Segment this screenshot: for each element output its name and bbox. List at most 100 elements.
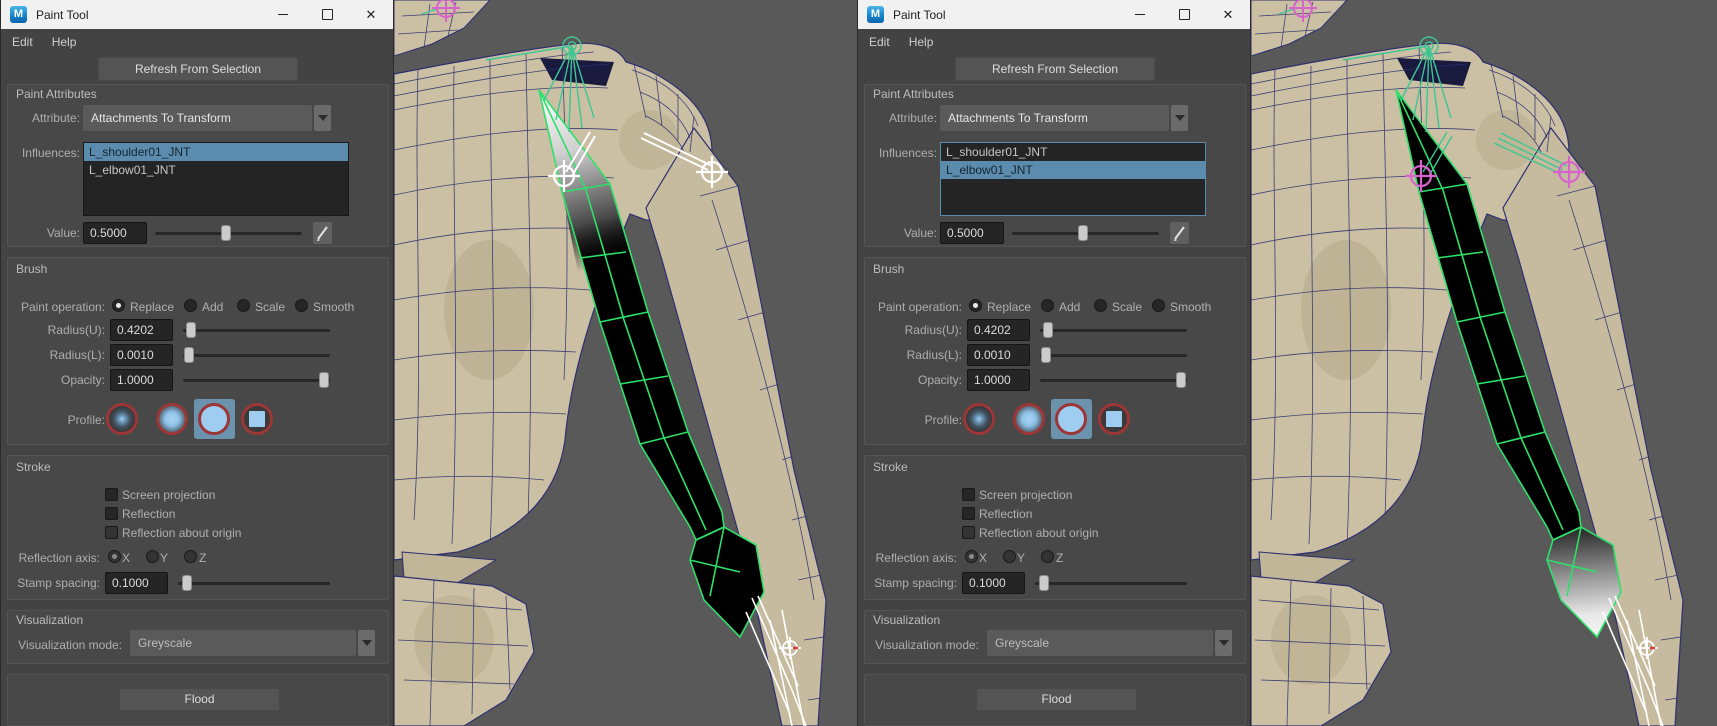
flood-button[interactable]: Flood — [976, 688, 1137, 711]
value-input[interactable] — [83, 222, 147, 244]
slider-track[interactable] — [1040, 329, 1187, 332]
visualization-mode-dropdown-button[interactable] — [358, 630, 375, 656]
attribute-label: Attribute: — [888, 111, 937, 125]
close-button[interactable]: ✕ — [349, 0, 393, 29]
slider-track[interactable] — [1040, 379, 1187, 382]
section-title: Paint Attributes — [16, 87, 97, 101]
value-pencil-button[interactable] — [1170, 222, 1189, 244]
radius-l-slider[interactable] — [1040, 347, 1187, 363]
value-slider[interactable] — [1012, 225, 1159, 241]
opacity-input[interactable] — [967, 369, 1030, 391]
screen-projection-checkbox[interactable] — [962, 488, 975, 501]
slider-handle[interactable] — [1039, 575, 1049, 591]
visualization-mode-dropdown[interactable]: Greyscale — [987, 630, 1213, 656]
slider-handle[interactable] — [186, 322, 196, 338]
slider-handle[interactable] — [1043, 322, 1053, 338]
visualization-mode-dropdown[interactable]: Greyscale — [130, 630, 356, 656]
minimize-button[interactable] — [1118, 0, 1162, 29]
slider-track[interactable] — [178, 582, 330, 585]
titlebar[interactable]: M Paint Tool ✕ — [858, 0, 1250, 29]
menu-help[interactable]: Help — [909, 35, 934, 49]
profile-solid-circle-icon[interactable] — [1055, 403, 1087, 435]
radio-smooth[interactable] — [295, 299, 308, 312]
profile-square-icon[interactable] — [241, 403, 273, 435]
radio-add[interactable] — [184, 299, 197, 312]
reflection-checkbox[interactable] — [962, 507, 975, 520]
attribute-dropdown-button[interactable] — [314, 105, 331, 131]
influence-item[interactable]: L_elbow01_JNT — [941, 161, 1205, 179]
profile-solid-circle-icon[interactable] — [198, 403, 230, 435]
influence-item[interactable]: L_shoulder01_JNT — [84, 143, 348, 161]
slider-handle[interactable] — [1041, 347, 1051, 363]
radius-u-slider[interactable] — [1040, 322, 1187, 338]
stamp-spacing-input[interactable] — [962, 572, 1025, 594]
opacity-slider[interactable] — [183, 372, 330, 388]
influence-item[interactable]: L_elbow01_JNT — [84, 161, 348, 179]
profile-soft-icon[interactable] — [156, 403, 188, 435]
value-slider[interactable] — [155, 225, 302, 241]
radio-replace[interactable] — [112, 299, 125, 312]
attribute-dropdown[interactable]: Attachments To Transform — [83, 105, 312, 131]
profile-gaussian-icon[interactable] — [106, 403, 138, 435]
radius-l-input[interactable] — [110, 344, 173, 366]
opacity-input[interactable] — [110, 369, 173, 391]
refresh-from-selection-button[interactable]: Refresh From Selection — [98, 57, 298, 81]
stamp-spacing-label: Stamp spacing: — [874, 576, 957, 590]
slider-track[interactable] — [183, 329, 330, 332]
influence-item[interactable]: L_shoulder01_JNT — [941, 143, 1205, 161]
attribute-dropdown[interactable]: Attachments To Transform — [940, 105, 1169, 131]
value-input[interactable] — [940, 222, 1004, 244]
radius-u-slider[interactable] — [183, 322, 330, 338]
profile-square-icon[interactable] — [1098, 403, 1130, 435]
profile-soft-icon[interactable] — [1013, 403, 1045, 435]
stamp-spacing-slider[interactable] — [178, 575, 330, 591]
slider-track[interactable] — [183, 354, 330, 357]
viewport-3d-right[interactable] — [1251, 0, 1717, 726]
slider-handle[interactable] — [182, 575, 192, 591]
radius-u-input[interactable] — [110, 319, 173, 341]
maximize-button[interactable] — [305, 0, 349, 29]
slider-handle[interactable] — [184, 347, 194, 363]
flood-button[interactable]: Flood — [119, 688, 280, 711]
minimize-button[interactable] — [261, 0, 305, 29]
profile-gaussian-icon[interactable] — [963, 403, 995, 435]
slider-track[interactable] — [1040, 354, 1187, 357]
menu-edit[interactable]: Edit — [12, 35, 33, 49]
radius-l-slider[interactable] — [183, 347, 330, 363]
close-button[interactable]: ✕ — [1206, 0, 1250, 29]
viewport-3d-left[interactable] — [394, 0, 857, 726]
radio-scale[interactable] — [1094, 299, 1107, 312]
stroke-group: Stroke Screen projection Reflection Refl… — [864, 455, 1246, 600]
screen-projection-checkbox[interactable] — [105, 488, 118, 501]
radio-smooth[interactable] — [1152, 299, 1165, 312]
slider-handle[interactable] — [319, 372, 329, 388]
slider-handle[interactable] — [1176, 372, 1186, 388]
titlebar[interactable]: M Paint Tool ✕ — [1, 0, 393, 29]
slider-handle[interactable] — [1078, 225, 1088, 241]
maximize-button[interactable] — [1162, 0, 1206, 29]
menu-help[interactable]: Help — [52, 35, 77, 49]
slider-track[interactable] — [183, 379, 330, 382]
slider-track[interactable] — [1035, 582, 1187, 585]
menu-edit[interactable]: Edit — [869, 35, 890, 49]
axis-z-radio — [184, 550, 197, 563]
value-pencil-button[interactable] — [313, 222, 332, 244]
opacity-slider[interactable] — [1040, 372, 1187, 388]
visualization-mode-dropdown-button[interactable] — [1215, 630, 1232, 656]
radio-add-label: Add — [1059, 300, 1081, 314]
reflection-about-origin-label: Reflection about origin — [979, 526, 1099, 540]
radio-scale[interactable] — [237, 299, 250, 312]
attribute-dropdown-button[interactable] — [1171, 105, 1188, 131]
radio-replace[interactable] — [969, 299, 982, 312]
maximize-icon — [321, 9, 333, 20]
radio-add[interactable] — [1041, 299, 1054, 312]
stamp-spacing-input[interactable] — [105, 572, 168, 594]
radius-u-input[interactable] — [967, 319, 1030, 341]
refresh-from-selection-button[interactable]: Refresh From Selection — [955, 57, 1155, 81]
radius-l-input[interactable] — [967, 344, 1030, 366]
reflection-checkbox[interactable] — [105, 507, 118, 520]
screen-projection-label: Screen projection — [122, 488, 216, 502]
slider-handle[interactable] — [221, 225, 231, 241]
stamp-spacing-slider[interactable] — [1035, 575, 1187, 591]
reflection-axis-label: Reflection axis: — [875, 551, 957, 565]
